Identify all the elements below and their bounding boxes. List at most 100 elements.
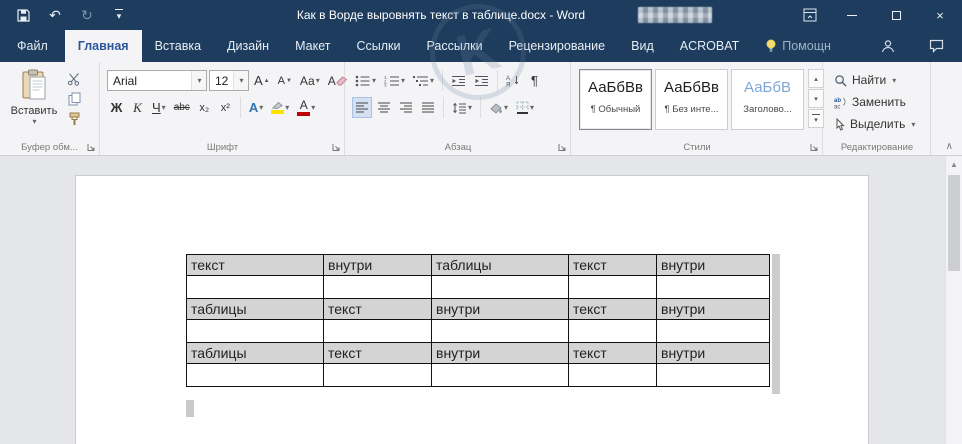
numbering-button[interactable]: 1.2.3. ▾ xyxy=(381,70,408,91)
table-cell[interactable]: текст xyxy=(569,255,657,276)
table-cell[interactable] xyxy=(569,364,657,387)
bold-button[interactable]: Ж xyxy=(107,97,126,118)
style-no-spacing[interactable]: АаБбВв ¶ Без инте... xyxy=(655,69,728,130)
table-cell[interactable] xyxy=(569,276,657,299)
subscript-button[interactable]: х₂ xyxy=(195,97,214,118)
table-cell[interactable] xyxy=(324,276,432,299)
underline-button[interactable]: Ч▾ xyxy=(149,97,169,118)
align-left-button[interactable] xyxy=(352,97,372,118)
table-cell[interactable] xyxy=(187,276,324,299)
table-cell[interactable]: текст xyxy=(569,299,657,320)
grow-font-button[interactable]: А▲ xyxy=(251,70,273,91)
table-cell[interactable] xyxy=(657,320,770,343)
tab-mailings[interactable]: Рассылки xyxy=(413,30,495,62)
table-cell[interactable]: текст xyxy=(187,255,324,276)
table-cell[interactable]: внутри xyxy=(657,255,770,276)
tab-file[interactable]: Файл xyxy=(0,30,65,62)
table-cell[interactable] xyxy=(432,320,569,343)
multilevel-list-button[interactable]: ▾ xyxy=(410,70,437,91)
clipboard-dialog-launcher[interactable] xyxy=(86,142,97,153)
style-heading1[interactable]: АаБбВ Заголово... xyxy=(731,69,804,130)
tab-references[interactable]: Ссылки xyxy=(343,30,413,62)
ribbon-display-options-button[interactable] xyxy=(790,0,830,30)
align-center-button[interactable] xyxy=(374,97,394,118)
undo-button[interactable]: ↶ xyxy=(44,4,66,26)
tab-insert[interactable]: Вставка xyxy=(142,30,214,62)
table-cell[interactable]: текст xyxy=(569,343,657,364)
close-button[interactable]: × xyxy=(918,0,962,30)
tab-layout[interactable]: Макет xyxy=(282,30,343,62)
sort-button[interactable]: АЯ xyxy=(503,70,523,91)
table-cell[interactable] xyxy=(432,276,569,299)
copy-button[interactable] xyxy=(64,90,84,107)
paste-button[interactable]: Вставить ▾ xyxy=(8,69,60,135)
select-button[interactable]: Выделить ▾ xyxy=(834,115,915,133)
decrease-indent-button[interactable] xyxy=(448,70,469,91)
minimize-button[interactable] xyxy=(830,0,874,30)
shrink-font-button[interactable]: А▼ xyxy=(275,70,295,91)
redo-button[interactable]: ↻ xyxy=(76,4,98,26)
table-cell[interactable] xyxy=(187,364,324,387)
comment-icon[interactable] xyxy=(929,39,944,53)
table-cell[interactable]: текст xyxy=(324,299,432,320)
styles-more-button[interactable]: ▾ xyxy=(808,109,824,128)
table-cell[interactable] xyxy=(569,320,657,343)
show-formatting-marks-button[interactable]: ¶ xyxy=(525,70,544,91)
increase-indent-button[interactable] xyxy=(471,70,492,91)
table-cell[interactable]: таблицы xyxy=(432,255,569,276)
align-right-button[interactable] xyxy=(396,97,416,118)
change-case-button[interactable]: Аа▾ xyxy=(297,70,323,91)
borders-button[interactable]: ▾ xyxy=(513,97,537,118)
superscript-button[interactable]: х² xyxy=(216,97,235,118)
vertical-scrollbar[interactable]: ▲ xyxy=(945,156,962,444)
tab-review[interactable]: Рецензирование xyxy=(496,30,619,62)
text-effects-button[interactable]: А▾ xyxy=(246,97,266,118)
scrollbar-up-button[interactable]: ▲ xyxy=(946,156,962,172)
table-cell[interactable]: внутри xyxy=(432,299,569,320)
font-dialog-launcher[interactable] xyxy=(331,142,342,153)
paragraph-dialog-launcher[interactable] xyxy=(557,142,568,153)
tab-tell-me[interactable]: Помощн xyxy=(752,30,844,62)
font-family-combobox[interactable]: Arial ▾ xyxy=(107,70,207,91)
customize-qat-button[interactable]: ▾ xyxy=(108,4,130,26)
save-button[interactable] xyxy=(12,4,34,26)
font-color-button[interactable]: А ▾ xyxy=(294,97,318,118)
scrollbar-thumb[interactable] xyxy=(948,175,960,271)
table-cell[interactable] xyxy=(324,320,432,343)
table-cell[interactable] xyxy=(657,364,770,387)
table-cell[interactable] xyxy=(324,364,432,387)
bullets-button[interactable]: ▾ xyxy=(352,70,379,91)
justify-button[interactable] xyxy=(418,97,438,118)
table-cell[interactable]: внутри xyxy=(432,343,569,364)
document-page[interactable]: текст внутри таблицы текст внутри таблиц… xyxy=(75,175,869,444)
table-cell[interactable] xyxy=(432,364,569,387)
table-cell[interactable]: таблицы xyxy=(187,343,324,364)
table-cell[interactable]: таблицы xyxy=(187,299,324,320)
table-cell[interactable]: внутри xyxy=(657,343,770,364)
tab-acrobat[interactable]: ACROBAT xyxy=(667,30,753,62)
maximize-button[interactable] xyxy=(874,0,918,30)
highlight-color-button[interactable]: ▾ xyxy=(268,97,292,118)
table-cell[interactable]: текст xyxy=(324,343,432,364)
style-normal[interactable]: АаБбВв ¶ Обычный xyxy=(579,69,652,130)
replace-button[interactable]: ab ac Заменить xyxy=(834,93,915,111)
styles-scroll-down-button[interactable]: ▾ xyxy=(808,89,824,108)
strikethrough-button[interactable]: abc xyxy=(171,97,193,118)
tab-design[interactable]: Дизайн xyxy=(214,30,282,62)
collapse-ribbon-button[interactable]: ∧ xyxy=(946,141,953,152)
tab-home[interactable]: Главная xyxy=(65,30,142,62)
format-painter-button[interactable] xyxy=(64,110,84,127)
find-button[interactable]: Найти ▾ xyxy=(834,71,915,89)
cut-button[interactable] xyxy=(64,70,84,87)
italic-button[interactable]: К xyxy=(128,97,147,118)
sign-in-user-icon[interactable] xyxy=(881,39,895,53)
tab-view[interactable]: Вид xyxy=(618,30,667,62)
styles-scroll-up-button[interactable]: ▴ xyxy=(808,69,824,88)
table-cell[interactable]: внутри xyxy=(657,299,770,320)
shading-button[interactable]: ▾ xyxy=(486,97,511,118)
font-size-combobox[interactable]: 12 ▾ xyxy=(209,70,249,91)
table-cell[interactable]: внутри xyxy=(324,255,432,276)
line-spacing-button[interactable]: ▾ xyxy=(449,97,475,118)
table-cell[interactable] xyxy=(187,320,324,343)
styles-dialog-launcher[interactable] xyxy=(809,142,820,153)
